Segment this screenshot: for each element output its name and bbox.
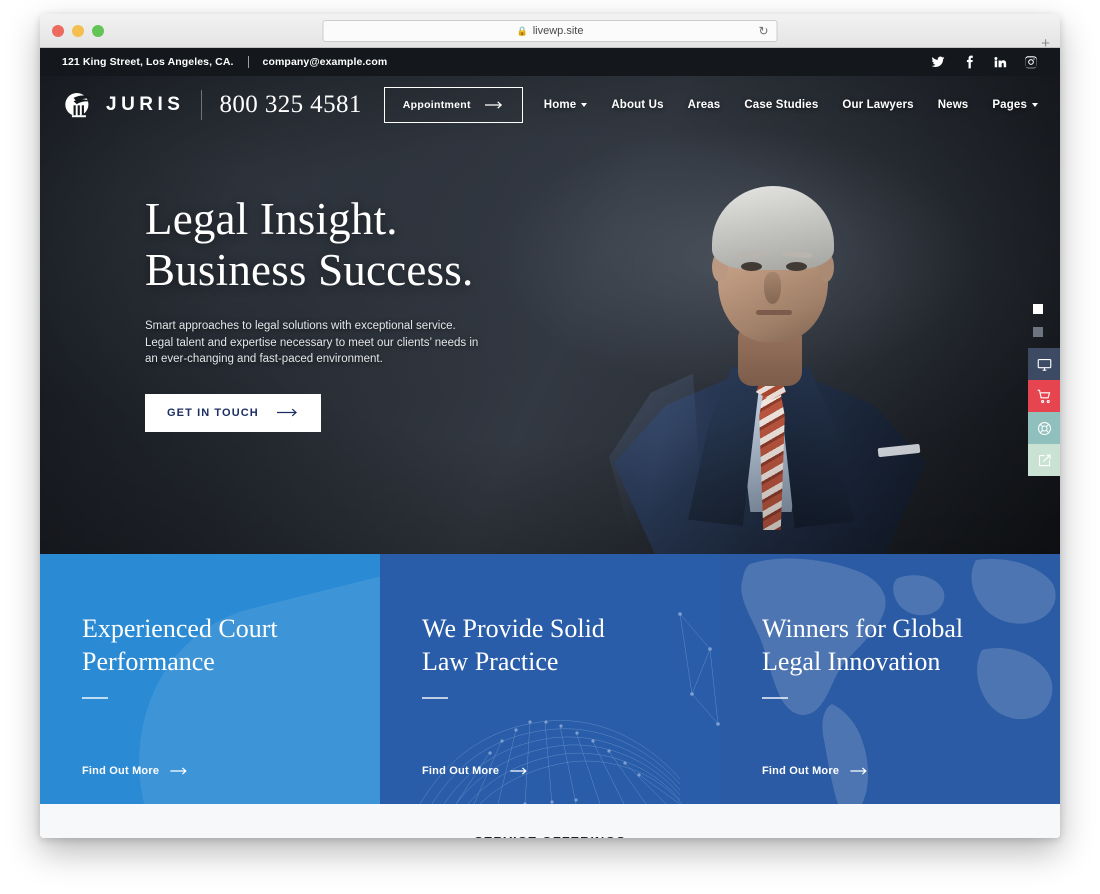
nav-label-pages: Pages xyxy=(992,98,1027,111)
browser-chrome: 🔒 livewp.site ↻ + xyxy=(40,14,1060,51)
get-in-touch-label: GET IN TOUCH xyxy=(167,406,259,419)
instagram-icon[interactable] xyxy=(1024,55,1038,69)
edit-icon xyxy=(1037,453,1052,468)
nav-label-our-lawyers: Our Lawyers xyxy=(842,98,914,111)
feature-cards-row: Experienced Court Performance Find Out M… xyxy=(40,554,1060,804)
hero-content: Legal Insight. Business Success. Smart a… xyxy=(145,194,478,432)
nav-item-pages[interactable]: Pages xyxy=(992,99,1038,111)
card-title-line2: Performance xyxy=(82,647,215,676)
arrow-right-icon xyxy=(276,408,299,417)
phone-number[interactable]: 800 325 4581 xyxy=(219,91,361,119)
address-bar[interactable]: 🔒 livewp.site ↻ xyxy=(322,20,778,42)
minimize-window-button[interactable] xyxy=(72,25,84,37)
email-text[interactable]: company@example.com xyxy=(263,56,388,68)
floating-action-rail xyxy=(1028,348,1060,476)
nav-label-areas: Areas xyxy=(687,98,721,111)
find-out-more-link[interactable]: Find Out More xyxy=(82,765,190,777)
cart-icon xyxy=(1037,389,1052,404)
card-title-line1: We Provide Solid xyxy=(422,614,605,643)
feature-card-solid-law-practice[interactable]: We Provide Solid Law Practice Find Out M… xyxy=(380,554,720,804)
topbar-divider xyxy=(247,56,249,68)
brand-logo[interactable]: JURIS xyxy=(62,88,184,121)
hero-title-line2: Business Success. xyxy=(145,245,474,295)
maximize-window-button[interactable] xyxy=(92,25,104,37)
top-utility-bar: 121 King Street, Los Angeles, CA. compan… xyxy=(40,48,1060,76)
find-out-more-label: Find Out More xyxy=(82,765,160,777)
card-title: Experienced Court Performance xyxy=(82,612,340,678)
lifebuoy-icon-button[interactable] xyxy=(1028,412,1060,444)
close-window-button[interactable] xyxy=(52,25,64,37)
arrow-right-icon xyxy=(170,767,190,775)
service-offerings-section: SERVICE OFFERINGS xyxy=(40,804,1060,838)
juris-pillars-logo xyxy=(62,88,95,121)
arrow-right-icon xyxy=(510,767,530,775)
monitor-icon-button[interactable] xyxy=(1028,348,1060,380)
brand-name: JURIS xyxy=(106,93,185,115)
hero-title: Legal Insight. Business Success. xyxy=(145,194,478,296)
arrow-right-icon xyxy=(850,767,870,775)
nav-label-about-us: About Us xyxy=(611,98,664,111)
nav-item-news[interactable]: News xyxy=(938,99,969,111)
linkedin-icon[interactable] xyxy=(993,55,1007,69)
chevron-down-icon xyxy=(1032,102,1038,107)
feature-card-global-legal-innovation[interactable]: Winners for Global Legal Innovation Find… xyxy=(720,554,1060,804)
card-title-line2: Law Practice xyxy=(422,647,559,676)
find-out-more-label: Find Out More xyxy=(762,765,840,777)
lifebuoy-icon xyxy=(1037,421,1052,436)
reload-icon[interactable]: ↻ xyxy=(758,25,768,37)
card-title: Winners for Global Legal Innovation xyxy=(762,612,1020,678)
nav-item-our-lawyers[interactable]: Our Lawyers xyxy=(842,99,913,111)
hero-description: Smart approaches to legal solutions with… xyxy=(145,318,478,368)
facebook-icon[interactable] xyxy=(962,55,976,69)
cart-icon-button[interactable] xyxy=(1028,380,1060,412)
nav-label-home: Home xyxy=(543,98,577,111)
card-title-line2: Legal Innovation xyxy=(762,647,941,676)
monitor-icon xyxy=(1037,357,1052,372)
card-rule xyxy=(82,697,108,699)
topbar-contact-info: 121 King Street, Los Angeles, CA. compan… xyxy=(62,56,387,68)
url-text: livewp.site xyxy=(532,25,584,37)
find-out-more-link[interactable]: Find Out More xyxy=(422,765,530,777)
social-links xyxy=(931,55,1038,69)
nav-label-case-studies: Case Studies xyxy=(744,98,819,111)
hero-desc-line3: an ever-changing and fast-paced environm… xyxy=(145,353,383,365)
browser-window: 🔒 livewp.site ↻ + 121 King Street, Los A… xyxy=(40,14,1060,838)
card-title-line1: Winners for Global xyxy=(762,614,964,643)
address-text: 121 King Street, Los Angeles, CA. xyxy=(62,56,234,68)
service-offerings-title: SERVICE OFFERINGS xyxy=(474,834,626,838)
hero-title-line1: Legal Insight. xyxy=(145,194,398,244)
appointment-label: Appointment xyxy=(402,98,471,111)
site-header: JURIS 800 325 4581 Appointment Home Abou… xyxy=(40,76,1060,133)
nav-label-news: News xyxy=(937,98,969,111)
appointment-button[interactable]: Appointment xyxy=(383,86,523,123)
page-viewport: 121 King Street, Los Angeles, CA. compan… xyxy=(40,48,1060,838)
slider-dot-1[interactable] xyxy=(1033,304,1043,314)
traffic-lights xyxy=(52,25,104,37)
twitter-icon[interactable] xyxy=(931,55,945,69)
get-in-touch-button[interactable]: GET IN TOUCH xyxy=(145,393,321,432)
header-divider xyxy=(201,89,203,120)
card-rule xyxy=(422,697,448,699)
edit-icon-button[interactable] xyxy=(1028,444,1060,476)
card-title: We Provide Solid Law Practice xyxy=(422,612,680,678)
nav-item-areas[interactable]: Areas xyxy=(688,99,721,111)
nav-item-case-studies[interactable]: Case Studies xyxy=(744,99,818,111)
hero-desc-line2: Legal talent and expertise necessary to … xyxy=(145,336,479,349)
hero-slider-dots xyxy=(1033,304,1043,337)
chevron-down-icon xyxy=(581,102,588,107)
slider-dot-2[interactable] xyxy=(1033,327,1043,337)
hero-section: Legal Insight. Business Success. Smart a… xyxy=(40,76,1060,554)
nav-item-home[interactable]: Home xyxy=(544,99,588,111)
arrow-right-icon xyxy=(484,100,504,109)
find-out-more-label: Find Out More xyxy=(422,765,500,777)
card-title-line1: Experienced Court xyxy=(82,614,278,643)
main-navigation: Home About Us Areas Case Studies Our Law… xyxy=(544,99,1038,111)
hero-desc-line1: Smart approaches to legal solutions with… xyxy=(145,320,456,332)
card-rule xyxy=(762,697,788,699)
nav-item-about-us[interactable]: About Us xyxy=(611,99,663,111)
lock-icon: 🔒 xyxy=(516,25,528,36)
feature-card-experienced-court[interactable]: Experienced Court Performance Find Out M… xyxy=(40,554,380,804)
find-out-more-link[interactable]: Find Out More xyxy=(762,765,870,777)
